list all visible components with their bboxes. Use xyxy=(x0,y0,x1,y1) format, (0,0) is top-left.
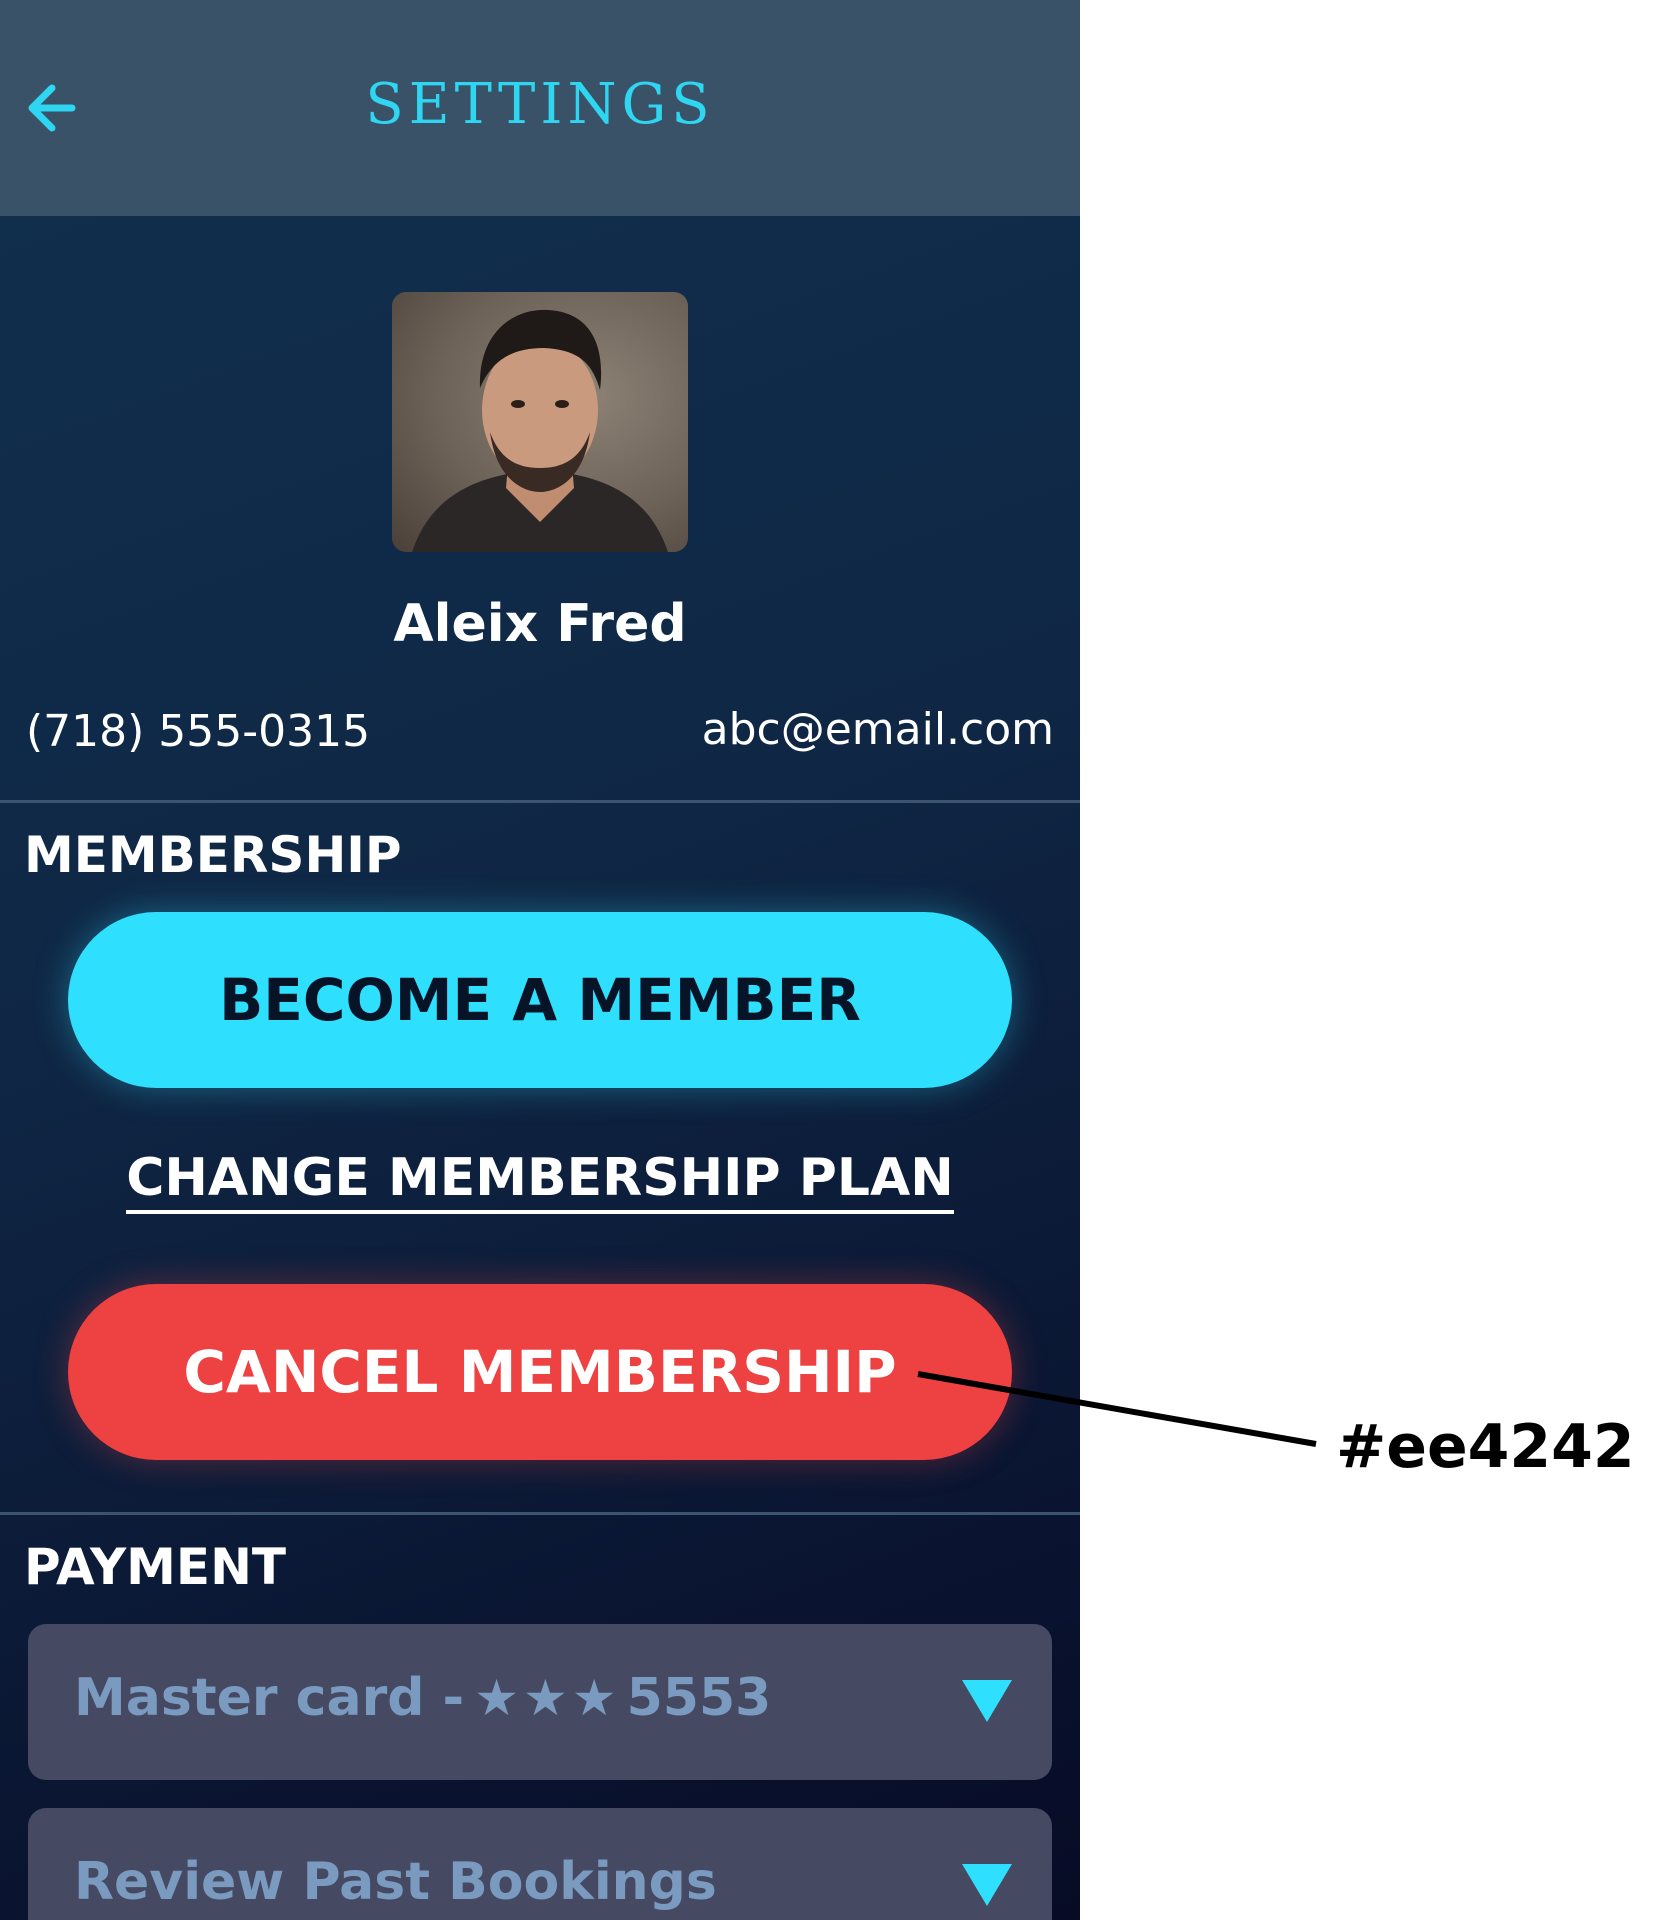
annotation-color-label: #ee4242 xyxy=(1336,1412,1635,1482)
annotation-pointer xyxy=(917,1371,1317,1447)
